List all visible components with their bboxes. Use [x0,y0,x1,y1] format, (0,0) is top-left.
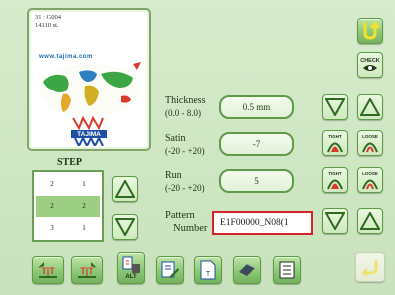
page-t-icon: T [200,260,216,280]
step-row[interactable]: 31 [36,218,100,239]
satin-loose-button[interactable]: LOOSE [357,130,383,156]
confirm-arrow-icon [361,260,378,276]
pattern-number-label: Pattern Number [165,210,208,234]
tight-stitch-icon [327,179,343,189]
loose-stitch-icon [362,142,378,152]
triangle-down-icon [325,98,345,116]
preview-header: 31 : G004 14110 st. [35,14,61,30]
triangle-up-icon [115,180,135,198]
list-icon [279,261,295,279]
preview-stitch-count: 14110 st. [35,22,59,29]
back-button[interactable] [357,18,383,44]
thickness-decrease-button[interactable] [322,94,348,120]
tft-left-icon: T|T [38,262,57,278]
page-t-button[interactable]: T [194,256,222,284]
eye-icon [363,65,377,71]
satin-tight-button[interactable]: TIGHT [322,130,348,156]
run-tight-button[interactable]: TIGHT [322,167,348,193]
run-label: Run (-20 - +20) [165,170,205,193]
triangle-down-icon [325,212,345,230]
run-value-field[interactable]: 5 [219,169,294,193]
thickness-label: Thickness (0.0 - 8.0) [165,95,206,118]
triangle-up-icon [360,212,380,230]
step-title: STEP [57,157,83,168]
confirm-button[interactable] [355,252,385,282]
step-row[interactable]: 21 [36,174,100,195]
step-down-button[interactable] [112,214,138,240]
satin-value-field[interactable]: -7 [219,132,294,156]
step-list: 21 22 31 [32,170,104,242]
alt-copy-delete-button[interactable]: ALT [117,252,145,284]
tft-left-button[interactable]: T|T [32,256,64,284]
list-button[interactable] [273,256,301,284]
design-preview: 31 : G004 14110 st. www.tajima.com TAJIM… [27,8,151,151]
edit-note-button[interactable] [156,256,184,284]
preview-design-id: 31 : G004 [35,14,61,21]
alt-copy-delete-icon [122,256,140,273]
thickness-increase-button[interactable] [357,94,383,120]
u-turn-arrow-icon [363,21,379,40]
eraser-icon [239,263,256,276]
thickness-value-field[interactable]: 0.5 mm [219,95,294,119]
triangle-up-icon [360,98,380,116]
alt-label: ALT [125,274,137,280]
check-button[interactable]: CHECK [357,52,383,78]
tajima-logo-text: TAJIMA [77,131,101,138]
svg-text:T|T: T|T [80,266,94,276]
run-loose-button[interactable]: LOOSE [357,167,383,193]
pattern-decrease-button[interactable] [322,208,348,234]
step-up-button[interactable] [112,176,138,202]
step-row-selected[interactable]: 22 [36,196,100,217]
pattern-number-field[interactable]: E1F00000_N08(1 [212,211,313,235]
satin-label: Satin (-20 - +20) [165,133,205,156]
loose-stitch-icon [362,179,378,189]
tight-stitch-icon [327,142,343,152]
svg-text:T|T: T|T [41,266,55,276]
svg-text:T: T [206,271,211,278]
pattern-increase-button[interactable] [357,208,383,234]
edit-note-icon [161,261,179,278]
tft-right-icon: T|T [78,262,97,278]
triangle-down-icon [115,218,135,236]
tft-right-button[interactable]: T|T [71,256,103,284]
eraser-button[interactable] [233,256,261,284]
world-map-logo: TAJIMA [40,62,141,146]
